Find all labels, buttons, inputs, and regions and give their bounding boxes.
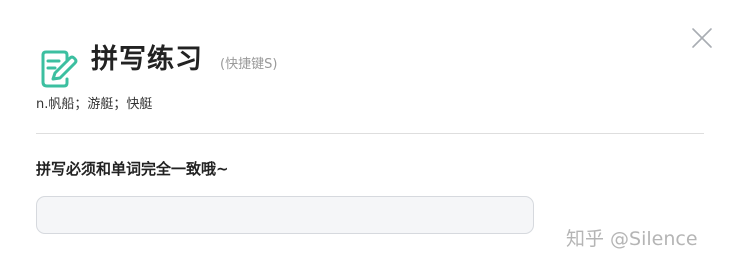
divider [36, 133, 704, 134]
dialog-title: 拼写练习 [91, 44, 203, 75]
word-meaning: n.帆船；游艇；快艇 [36, 97, 153, 112]
watermark: 知乎 @Silence [566, 228, 698, 250]
spelling-practice-dialog: 拼写练习 (快捷键S) n.帆船；游艇；快艇 拼写必须和单词完全一致哦~ 知乎 … [0, 0, 737, 270]
close-icon[interactable] [690, 26, 714, 50]
shortcut-hint: (快捷键S) [220, 57, 278, 72]
edit-document-icon [41, 50, 78, 88]
instruction-text: 拼写必须和单词完全一致哦~ [36, 160, 229, 178]
spelling-answer-input[interactable] [36, 196, 534, 234]
